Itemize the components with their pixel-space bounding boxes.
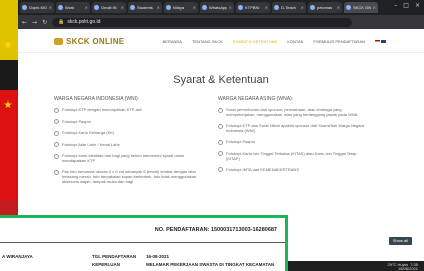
close-icon[interactable]: × [337, 5, 340, 10]
close-icon[interactable]: × [49, 5, 52, 10]
wna-heading: WARGA NEGARA ASING (WNA): [218, 96, 294, 102]
check-icon [218, 123, 223, 129]
forward-icon[interactable]: → [32, 19, 37, 26]
favicon-icon [166, 5, 171, 10]
flag-en-icon[interactable] [381, 40, 386, 44]
favicon-icon [58, 5, 63, 10]
browser-tab[interactable]: Gmail IN × [92, 2, 126, 13]
favicon-icon [22, 5, 27, 10]
close-icon[interactable]: × [229, 5, 232, 10]
check-icon [54, 142, 59, 147]
clock-date: 16/08/2021 [397, 266, 418, 271]
close-icon[interactable]: × [157, 5, 160, 10]
system-tray: 29°C Hujan 7:35 16/08/2021 [387, 263, 418, 271]
tab-bar: Gojek MO × Work × Gmail IN × Students × Nila… [18, 0, 424, 15]
wna-section: WARGA NEGARA ASING (WNA): Surat permohon… [218, 96, 368, 178]
show-all-button[interactable]: Show all [388, 237, 412, 245]
favicon-icon [238, 5, 243, 10]
lock-icon: 🔒 [58, 19, 65, 25]
check-icon [54, 169, 59, 175]
language-flags [374, 39, 386, 44]
row-value: 16-08-2021 [146, 254, 170, 259]
browser-tab[interactable]: Work × [56, 2, 90, 13]
row-label: KEPERLUAN [92, 262, 121, 267]
list-item: Surat permohonan dari sponsor, perusahaa… [218, 107, 368, 117]
applicant-name: A WIRANJAYA [2, 254, 33, 259]
address-bar[interactable]: 🔒 skck.polri.go.id [52, 17, 353, 27]
close-window-icon[interactable]: × [415, 2, 420, 9]
browser-tab[interactable]: D-Teach × [272, 2, 306, 13]
nav-formulir[interactable]: FORMULIR PENDAFTARAN [313, 39, 364, 44]
site-nav: BERANDA TENTANG SKCK SYARAT & KETENTUAN … [163, 39, 386, 44]
wni-section: WARGA NEGARA INDONESIA (WNI): Fotokopi K… [54, 96, 204, 190]
check-icon [54, 107, 59, 113]
row-value: MELAMAR PEKERJAAN SWASTA DI TINGKAT KECA… [146, 262, 275, 267]
nav-syarat-ketentuan[interactable]: SYARAT & KETENTUAN [233, 39, 277, 44]
favicon-icon [274, 5, 279, 10]
check-icon [218, 139, 223, 145]
nav-tentang-skck[interactable]: TENTANG SKCK [192, 39, 223, 44]
list-item: Fotokopi KTP dan Surat Nikah apabila spo… [218, 123, 368, 133]
star-icon: ★ [3, 40, 13, 51]
list-item: Fotokopi KTP dengan menunjukkan KTP asli [54, 107, 204, 113]
maximize-icon[interactable]: □ [403, 2, 409, 9]
star-icon: ★ [3, 100, 13, 111]
flag-id-icon[interactable] [374, 40, 380, 44]
browser-tab[interactable]: WhatsApp × [200, 2, 234, 13]
site-logo[interactable]: SKCK ONLINE [54, 37, 124, 46]
close-icon[interactable]: × [121, 5, 124, 10]
address-bar-row: ← → ↻ 🔒 skck.polri.go.id [18, 15, 424, 29]
logo-icon [54, 38, 63, 46]
check-icon [54, 153, 59, 159]
list-item: Fotokopi Akte Lahir / Kenal Lahir [54, 142, 204, 147]
check-icon [218, 167, 223, 172]
registration-number: NO. PENDAFTARAN: 1500031713003-16280687 [154, 227, 277, 233]
list-item: Fotokopi kartu identitas dari bagi yang … [54, 153, 204, 163]
list-item: Fotokopi Paspor [54, 119, 204, 124]
close-icon[interactable]: × [301, 5, 304, 10]
browser-tab[interactable]: Nilaya × [164, 2, 198, 13]
check-icon [54, 119, 59, 124]
favicon-icon [202, 5, 207, 10]
page-title: Syarat & Ketentuan [173, 74, 269, 86]
close-icon[interactable]: × [373, 5, 376, 10]
favicon-icon [310, 5, 315, 10]
browser-tab[interactable]: KTPBNI × [236, 2, 270, 13]
row-label: TGL PENDAFTARAN [92, 254, 137, 259]
list-item: Fotokopi Paspor [218, 139, 368, 145]
favicon-icon [94, 5, 99, 10]
list-item: Fotokopi IMTA dari KEMENAKERTRANS [218, 167, 368, 172]
check-icon [218, 151, 223, 156]
minimize-icon[interactable]: – [394, 2, 397, 9]
favicon-icon [346, 5, 351, 10]
window-controls: – □ × [394, 2, 420, 9]
browser-tab[interactable]: Students × [128, 2, 162, 13]
list-item: Fotokopi Kartu Keluarga (KK) [54, 130, 204, 136]
left-decoration: ★ ★ [0, 0, 18, 200]
list-item: Pas foto berwarna ukuran 4 x 6 cm sebany… [54, 169, 204, 184]
check-icon [218, 107, 223, 113]
site-header: SKCK ONLINE BERANDA TENTANG SKCK SYARAT … [18, 29, 424, 53]
url-text: skck.polri.go.id [67, 19, 101, 25]
close-icon[interactable]: × [265, 5, 268, 10]
favicon-icon [130, 5, 135, 10]
list-item: Fotokopi Kartu Izin Tinggal Terbatas (KI… [218, 151, 368, 161]
divider [0, 242, 285, 243]
check-icon [54, 130, 59, 136]
browser-tab-active[interactable]: SKCK ON × [344, 2, 378, 13]
browser-tab[interactable]: pelomas × [308, 2, 342, 13]
back-icon[interactable]: ← [22, 19, 27, 26]
close-icon[interactable]: × [193, 5, 196, 10]
registration-document: NO. PENDAFTARAN: 1500031713003-16280687 … [0, 215, 288, 271]
nav-kontak[interactable]: KONTAK [287, 39, 303, 44]
wni-heading: WARGA NEGARA INDONESIA (WNI): [54, 96, 140, 102]
browser-tab[interactable]: Gojek MO × [20, 2, 54, 13]
nav-beranda[interactable]: BERANDA [163, 39, 182, 44]
close-icon[interactable]: × [85, 5, 88, 10]
reload-icon[interactable]: ↻ [42, 19, 47, 26]
